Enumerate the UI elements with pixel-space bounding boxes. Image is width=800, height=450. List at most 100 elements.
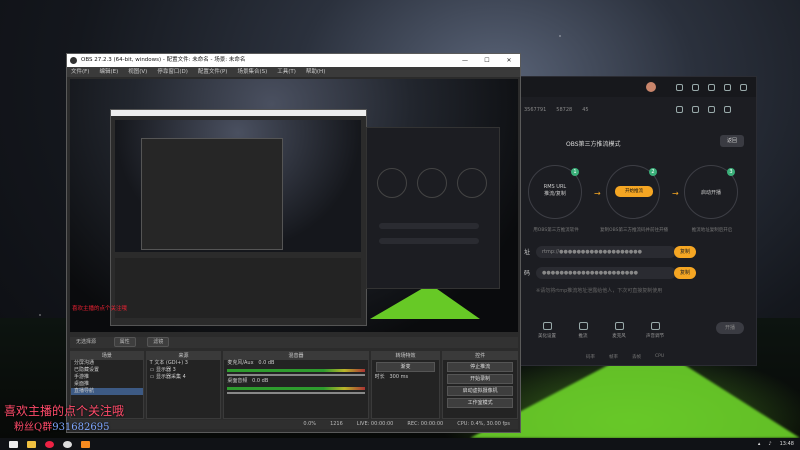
obs-preview-canvas[interactable]: 喜欢主播的点个关注哦	[70, 79, 518, 332]
companion-taskbar-icon[interactable]	[81, 440, 90, 448]
browser-icon[interactable]	[45, 440, 54, 448]
stream-key-field[interactable]: ●●●●●●●●●●●●●●●●●●●●●●	[536, 267, 676, 279]
live-timer: LIVE: 00:00:00	[356, 421, 394, 427]
scene-item-selected[interactable]: 直播导航	[71, 388, 143, 395]
overlay-follow-text: 喜欢主播的点个关注哦	[4, 404, 125, 418]
studio-mode-button[interactable]: 工作室模式	[447, 398, 513, 408]
scene-item[interactable]: 分屏沟通	[71, 360, 143, 367]
stream-key-label: 码	[524, 270, 531, 277]
stat-label: CPU	[655, 354, 665, 359]
system-tray: ▴ ♪ 13:48	[758, 440, 794, 448]
volume-meter	[227, 387, 365, 390]
scene-item[interactable]: 桌面推	[71, 381, 143, 388]
bell-icon[interactable]	[708, 106, 715, 113]
start-recording-button[interactable]: 开始录制	[447, 374, 513, 384]
menu-edit[interactable]: 编辑(E)	[99, 67, 118, 77]
controls-title: 控件	[443, 352, 517, 360]
network-icon[interactable]: ▴	[758, 440, 761, 448]
obs-docks: 场景 分屏沟通 已隐藏设置 手游推 桌面推 直播导航 来源 T 文本 (GDI+…	[70, 351, 518, 419]
menu-profile[interactable]: 配置文件(P)	[198, 67, 228, 77]
bell-icon[interactable]	[724, 84, 731, 91]
step-caption: 推流地址复制后开启	[691, 228, 733, 233]
stat-item: 45	[582, 107, 589, 113]
source-item[interactable]: ▭ 显示器 3	[147, 367, 221, 374]
volume-tool[interactable]: 声音调节	[644, 322, 666, 339]
gift-icon[interactable]	[676, 84, 683, 91]
cpu-fps: CPU: 0.4%, 30.00 fps	[457, 421, 510, 427]
volume-meter	[227, 369, 365, 372]
volume-icon[interactable]: ♪	[768, 440, 771, 448]
duration-field[interactable]: 300 ms	[389, 374, 408, 380]
scene-item[interactable]: 手游推	[71, 374, 143, 381]
maximize-button[interactable]: ☐	[476, 54, 498, 67]
menu-tools[interactable]: 工具(T)	[277, 67, 296, 77]
obs-status-bar: 0.0% 1216 LIVE: 00:00:00 REC: 00:00:00 C…	[70, 420, 518, 429]
start-stream-pill[interactable]: 开始推流	[615, 186, 653, 197]
window-title: OBS 27.2.3 (64-bit, windows) - 配置文件: 未命名…	[81, 57, 246, 63]
mixer-channel-label: 桌面音频 0.0 dB	[227, 378, 269, 384]
rtmp-url-label: 址	[524, 249, 531, 256]
obs-window: OBS 27.2.3 (64-bit, windows) - 配置文件: 未命名…	[66, 53, 521, 433]
filters-button[interactable]: 滤镜	[147, 337, 170, 347]
rtmp-url-field[interactable]: rtmp://●●●●●●●●●●●●●●●●●●●	[536, 246, 676, 258]
stat-item: 58728	[556, 107, 573, 113]
obs-logo-icon	[70, 57, 77, 64]
security-note: ※请勿将rtmp推流地址泄露给他人，下次可直接复制使用	[536, 288, 663, 294]
no-source-label: 无选择源	[76, 339, 97, 345]
taskbar: ▴ ♪ 13:48	[0, 438, 800, 450]
menu-bar: 文件(F) 编辑(E) 视图(V) 停靠窗口(D) 配置文件(P) 场景集合(S…	[67, 67, 520, 77]
tshirt-icon[interactable]	[708, 84, 715, 91]
sources-dock: 来源 T 文本 (GDI+) 3 ▭ 显示器 3 ▭ 显示器采集 4	[145, 351, 222, 419]
nested-overlay-text: 喜欢主播的点个关注哦	[72, 306, 128, 312]
volume-slider[interactable]	[227, 374, 365, 376]
avatar[interactable]	[646, 82, 656, 92]
menu-scene-collection[interactable]: 场景集合(S)	[237, 67, 267, 77]
step-caption: 复制OBS第三方推流码并前往开播	[600, 228, 668, 233]
share-icon[interactable]	[724, 106, 731, 113]
menu-docks[interactable]: 停靠窗口(D)	[157, 67, 188, 77]
menu-help[interactable]: 帮助(H)	[306, 67, 325, 77]
back-button[interactable]: 返回	[720, 135, 744, 147]
share-icon[interactable]	[740, 84, 747, 91]
rec-timer: REC: 00:00:00	[407, 421, 444, 427]
properties-button[interactable]: 属性	[113, 337, 136, 347]
file-explorer-icon[interactable]	[27, 440, 36, 448]
menu-view[interactable]: 视图(V)	[128, 67, 147, 77]
companion-app-window: 3567791 58728 45 OBS第三方推流模式 返回 1 RMS URL…	[505, 76, 757, 366]
mixer-channel-label: 麦克风/Aux 0.0 dB	[227, 360, 275, 366]
close-button[interactable]: ✕	[498, 54, 520, 67]
transition-select[interactable]: 渐变	[375, 362, 436, 372]
virtual-camera-button[interactable]: 启动虚拟摄像机	[447, 386, 513, 396]
minimize-button[interactable]: —	[454, 54, 476, 67]
trash-icon[interactable]	[692, 84, 699, 91]
nested-obs-preview	[110, 109, 367, 326]
start-icon[interactable]	[9, 440, 18, 448]
go-live-button[interactable]: 开播	[716, 322, 744, 334]
volume-slider[interactable]	[227, 392, 365, 394]
microphone-icon	[614, 322, 624, 330]
stat-label: 码率	[586, 355, 595, 360]
source-item[interactable]: T 文本 (GDI+) 3	[147, 360, 221, 367]
trash-icon[interactable]	[676, 106, 683, 113]
beauty-tool[interactable]: 美化设置	[536, 322, 558, 339]
stream-tool[interactable]: 推流	[572, 322, 594, 339]
clock[interactable]: 13:48	[780, 440, 794, 448]
speaker-icon	[650, 322, 660, 330]
step-3-circle: 3 启动开播	[684, 165, 738, 219]
companion-stats-row: 3567791 58728 45	[524, 107, 589, 113]
menu-file[interactable]: 文件(F)	[71, 67, 89, 77]
bitrate: 1216	[330, 421, 343, 427]
copy-url-button[interactable]: 复制	[674, 246, 696, 258]
stop-streaming-button[interactable]: 停止推流	[447, 362, 513, 372]
tshirt-icon[interactable]	[692, 106, 699, 113]
source-item[interactable]: ▭ 显示器采集 4	[147, 374, 221, 381]
scene-item[interactable]: 已隐藏设置	[71, 367, 143, 374]
duration-row: 时长 300 ms	[374, 374, 409, 380]
nested-companion-preview	[366, 127, 500, 289]
stream-icon	[578, 322, 588, 330]
obs-taskbar-icon[interactable]	[63, 440, 72, 448]
step-caption: 用OBS第三方推流软件	[533, 228, 579, 233]
step-number: 2	[649, 168, 657, 176]
mic-tool[interactable]: 麦克风	[608, 322, 630, 339]
copy-key-button[interactable]: 复制	[674, 267, 696, 279]
